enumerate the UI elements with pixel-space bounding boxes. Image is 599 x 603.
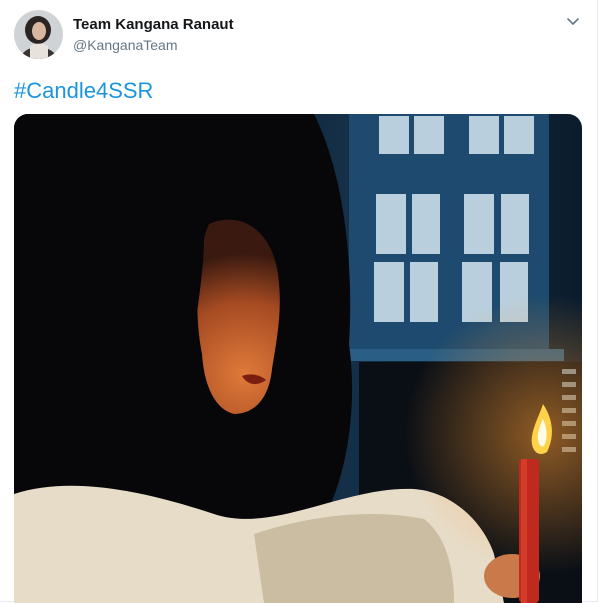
display-name[interactable]: Team Kangana Ranaut	[73, 16, 234, 33]
avatar[interactable]	[14, 10, 63, 59]
chevron-down-icon-graphic	[567, 18, 579, 25]
chevron-down-icon[interactable]	[563, 12, 583, 32]
hashtag-link[interactable]: #Candle4SSR	[14, 78, 153, 104]
user-handle[interactable]: @KanganaTeam	[73, 37, 178, 53]
tweet-photo[interactable]	[14, 114, 582, 603]
tweet-card: Team Kangana Ranaut @KanganaTeam #Candle…	[0, 0, 598, 603]
avatar-image	[14, 10, 63, 59]
photo-image	[14, 114, 582, 603]
